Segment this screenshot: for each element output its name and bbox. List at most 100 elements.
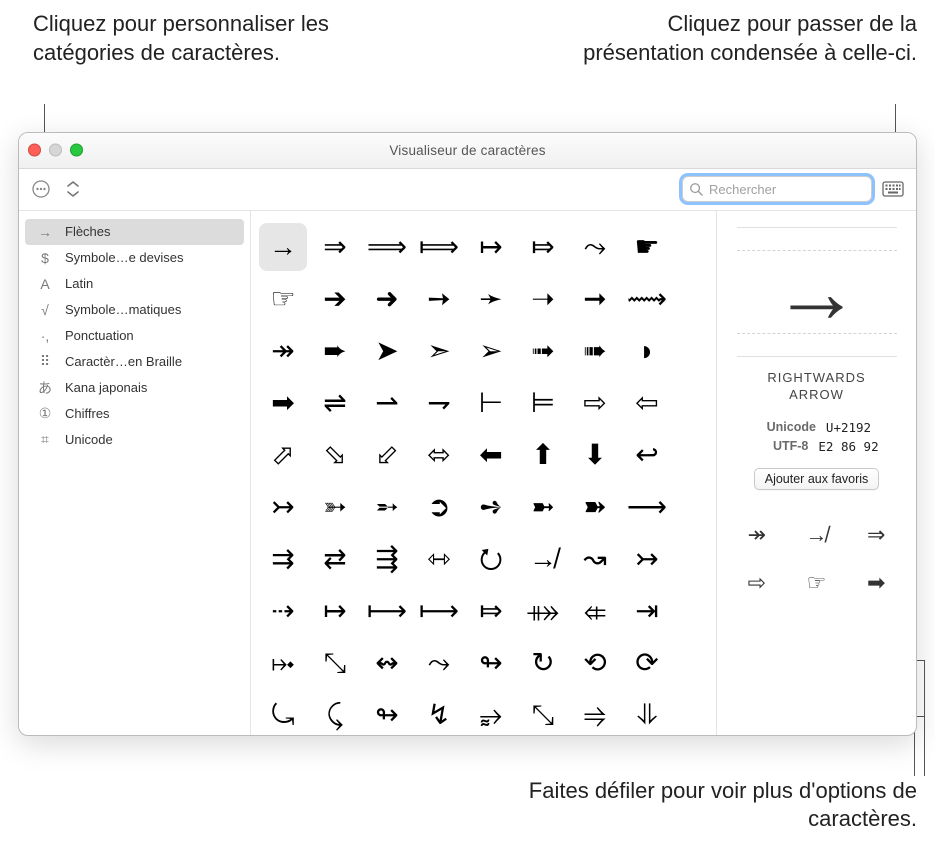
view-toggle-button[interactable] xyxy=(880,177,906,201)
glyph-cell[interactable]: ⟹ xyxy=(363,223,411,271)
related-glyph[interactable]: ➡ xyxy=(848,562,904,604)
glyph-cell[interactable]: ↣ xyxy=(623,535,671,583)
related-glyph[interactable]: ↛ xyxy=(789,514,845,556)
glyph-cell[interactable]: ↬ xyxy=(467,639,515,687)
glyph-cell[interactable]: ⊢ xyxy=(467,379,515,427)
sidebar-item[interactable]: →Flèches xyxy=(25,219,244,245)
related-characters[interactable]: ↠↛⇒ ⇨☞➡ xyxy=(729,514,904,604)
glyph-cell[interactable]: ⬅ xyxy=(467,431,515,479)
sidebar-item[interactable]: ALatin xyxy=(19,271,250,297)
glyph-cell[interactable]: ⬂ xyxy=(311,431,359,479)
window-close-button[interactable] xyxy=(28,144,41,157)
glyph-cell[interactable]: ⟳ xyxy=(623,639,671,687)
glyph-cell[interactable]: ⤿ xyxy=(259,691,307,736)
glyph-cell[interactable]: ➳ xyxy=(311,483,359,531)
character-grid[interactable]: →⇒⟹⟾↦⤇⤳☛☞➔➜➙➛➝➞⟿↠➨➤➣➢➟➠◗➡⇌⇀⇁⊢⊨⇨⇦⬀⬂⬃⬄⬅⬆⬇↩… xyxy=(251,211,716,736)
glyph-cell[interactable]: ⇨ xyxy=(571,379,619,427)
glyph-cell[interactable]: → xyxy=(259,223,307,271)
glyph-cell[interactable]: ◗ xyxy=(623,327,671,375)
glyph-cell[interactable]: ➽ xyxy=(571,483,619,531)
glyph-cell[interactable]: ⤡ xyxy=(311,639,359,687)
glyph-cell[interactable]: ⤳ xyxy=(571,223,619,271)
glyph-cell[interactable]: ↣ xyxy=(259,483,307,531)
window-minimize-button[interactable] xyxy=(49,144,62,157)
glyph-cell[interactable]: ⊨ xyxy=(519,379,567,427)
glyph-cell[interactable]: ☛ xyxy=(623,223,671,271)
glyph-cell[interactable]: ↯ xyxy=(415,691,463,736)
glyph-cell[interactable]: ➟ xyxy=(519,327,567,375)
glyph-cell[interactable]: ➲ xyxy=(415,483,463,531)
glyph-cell[interactable]: ↭ xyxy=(363,639,411,687)
customize-categories-button[interactable] xyxy=(29,177,53,201)
add-to-favorites-button[interactable]: Ajouter aux favoris xyxy=(754,468,880,490)
glyph-cell[interactable]: ↦ xyxy=(467,223,515,271)
sidebar-item[interactable]: ·,Ponctuation xyxy=(19,323,250,349)
window-maximize-button[interactable] xyxy=(70,144,83,157)
glyph-cell[interactable]: ⤠ xyxy=(259,639,307,687)
glyph-cell[interactable]: ⟼ xyxy=(415,587,463,635)
glyph-cell[interactable]: ⟼ xyxy=(363,587,411,635)
glyph-cell[interactable]: ⟾ xyxy=(415,223,463,271)
glyph-cell[interactable]: ⇀ xyxy=(363,379,411,427)
related-glyph[interactable]: ⇒ xyxy=(848,514,904,556)
glyph-cell[interactable]: ➡ xyxy=(259,379,307,427)
glyph-cell[interactable]: ⬀ xyxy=(259,431,307,479)
glyph-cell[interactable]: ⬇ xyxy=(571,431,619,479)
glyph-cell[interactable]: ⇒ xyxy=(311,223,359,271)
glyph-cell[interactable]: ⥥ xyxy=(623,691,671,736)
glyph-cell[interactable]: ⭮ xyxy=(467,535,515,583)
sidebar-item[interactable]: ①Chiffres xyxy=(19,401,250,427)
glyph-cell[interactable]: ⥵ xyxy=(467,691,515,736)
glyph-cell[interactable]: ⤇ xyxy=(467,587,515,635)
glyph-cell[interactable]: ➝ xyxy=(519,275,567,323)
glyph-cell[interactable]: ↦ xyxy=(311,587,359,635)
glyph-cell[interactable]: ⇢ xyxy=(259,587,307,635)
glyph-cell[interactable]: ⇿ xyxy=(415,535,463,583)
glyph-cell[interactable]: ➠ xyxy=(571,327,619,375)
glyph-cell[interactable]: ➣ xyxy=(415,327,463,375)
glyph-cell[interactable]: ⤹ xyxy=(311,691,359,736)
glyph-cell[interactable]: ⇶ xyxy=(363,535,411,583)
sidebar-item[interactable]: あKana japonais xyxy=(19,375,250,401)
glyph-cell[interactable]: ⇁ xyxy=(415,379,463,427)
glyph-cell[interactable]: ↛ xyxy=(519,535,567,583)
glyph-cell[interactable]: ⇥ xyxy=(623,587,671,635)
related-glyph[interactable]: ⇨ xyxy=(729,562,785,604)
glyph-cell[interactable]: ➵ xyxy=(363,483,411,531)
glyph-cell[interactable]: ☞ xyxy=(259,275,307,323)
navigation-dropdown-button[interactable] xyxy=(61,177,85,201)
glyph-cell[interactable]: ⟲ xyxy=(571,639,619,687)
glyph-cell[interactable]: ↩ xyxy=(623,431,671,479)
glyph-cell[interactable]: ↻ xyxy=(519,639,567,687)
glyph-cell[interactable]: ⤡ xyxy=(519,691,567,736)
glyph-cell[interactable]: ↬ xyxy=(363,691,411,736)
glyph-cell[interactable]: ➜ xyxy=(363,275,411,323)
related-glyph[interactable]: ☞ xyxy=(789,562,845,604)
glyph-cell[interactable]: ⬆ xyxy=(519,431,567,479)
glyph-cell[interactable]: ⤂ xyxy=(571,587,619,635)
glyph-cell[interactable]: ➞ xyxy=(571,275,619,323)
search-field[interactable] xyxy=(682,176,872,202)
glyph-cell[interactable]: ➨ xyxy=(311,327,359,375)
sidebar-item[interactable]: ⌗Unicode xyxy=(19,427,250,453)
sidebar-item[interactable]: √Symbole…matiques xyxy=(19,297,250,323)
glyph-cell[interactable]: ➤ xyxy=(363,327,411,375)
glyph-cell[interactable]: ➙ xyxy=(415,275,463,323)
sidebar-item[interactable]: ⠿Caractèr…en Braille xyxy=(19,349,250,375)
glyph-cell[interactable]: ➺ xyxy=(467,483,515,531)
glyph-cell[interactable]: ➼ xyxy=(519,483,567,531)
glyph-cell[interactable]: ➛ xyxy=(467,275,515,323)
related-glyph[interactable]: ↠ xyxy=(729,514,785,556)
glyph-cell[interactable]: ⇌ xyxy=(311,379,359,427)
glyph-cell[interactable]: ⟶ xyxy=(623,483,671,531)
glyph-cell[interactable]: ⇦ xyxy=(623,379,671,427)
glyph-cell[interactable]: ↝ xyxy=(571,535,619,583)
glyph-cell[interactable]: ➔ xyxy=(311,275,359,323)
glyph-cell[interactable]: ↠ xyxy=(259,327,307,375)
sidebar-item[interactable]: $Symbole…e devises xyxy=(19,245,250,271)
search-input[interactable] xyxy=(707,181,865,198)
glyph-cell[interactable]: ⇉ xyxy=(259,535,307,583)
glyph-cell[interactable]: ⥤ xyxy=(571,691,619,736)
glyph-cell[interactable]: ⤳ xyxy=(415,639,463,687)
glyph-cell[interactable]: ➢ xyxy=(467,327,515,375)
